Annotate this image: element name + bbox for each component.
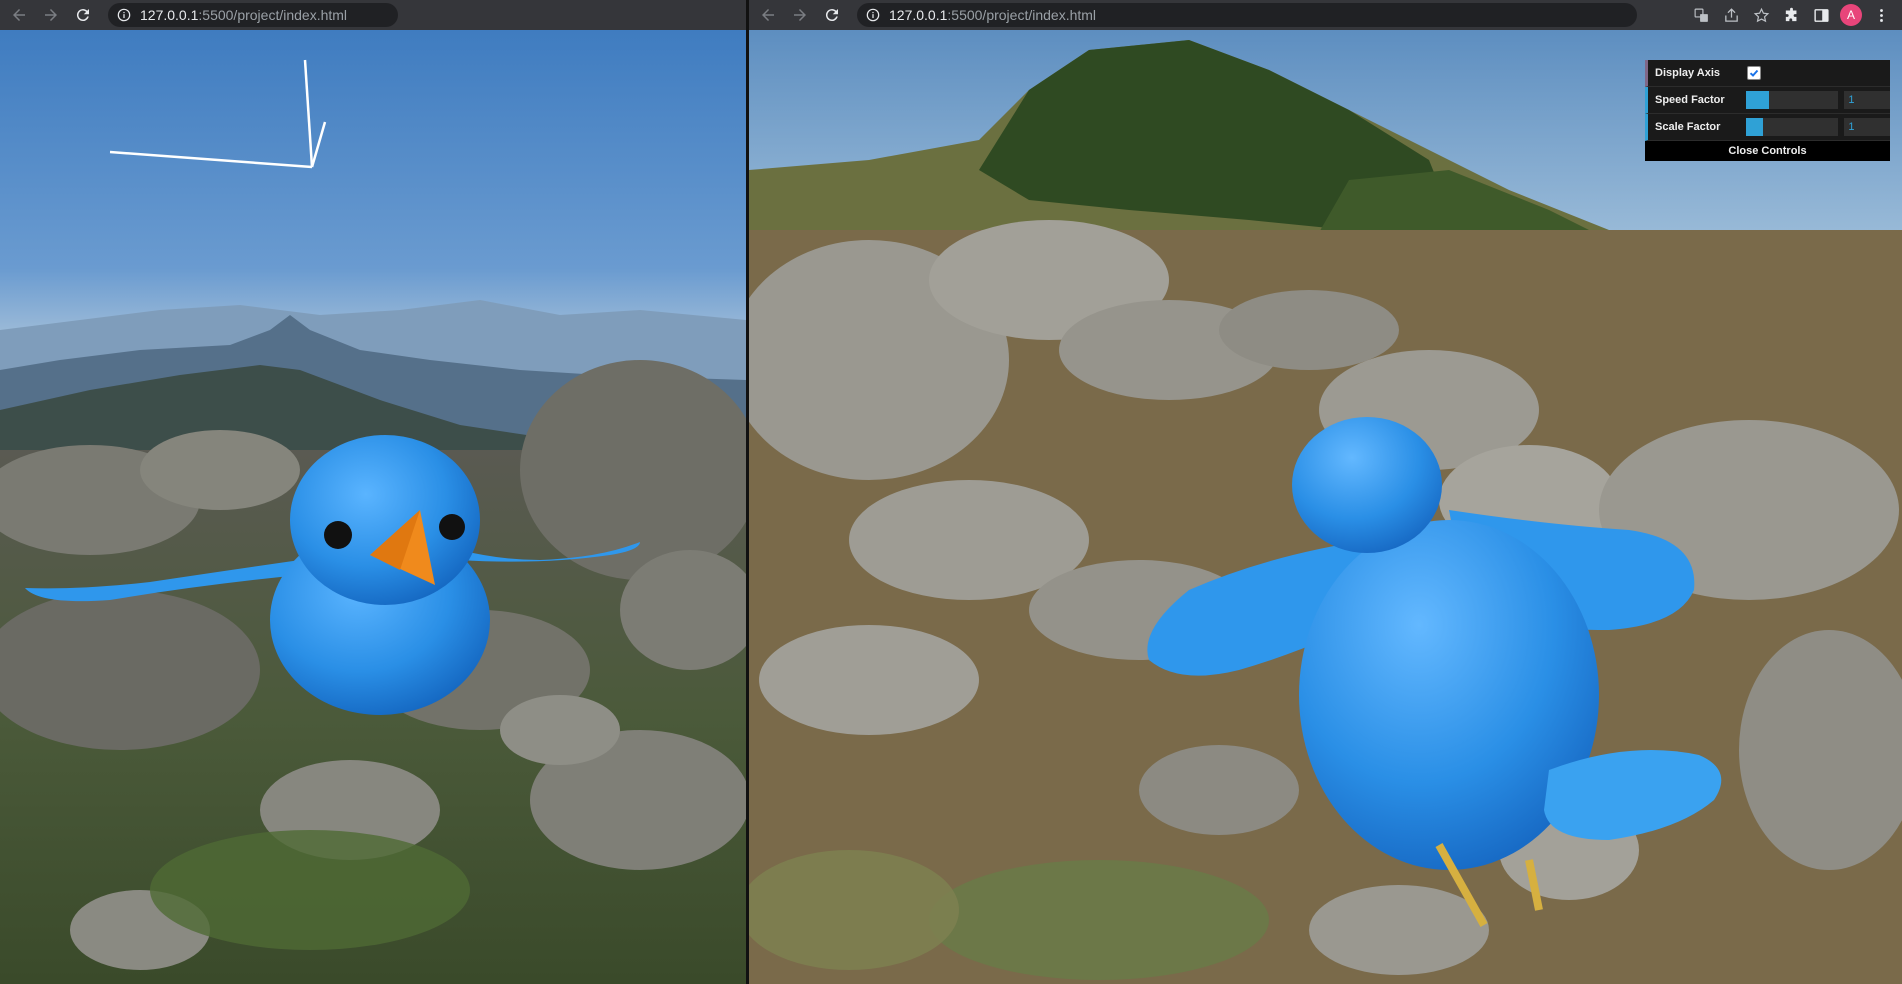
speed-factor-row: Speed Factor 1 — [1645, 87, 1890, 114]
arrow-left-icon — [13, 9, 25, 21]
scale-factor-slider[interactable] — [1746, 118, 1839, 136]
left-browser-window: 127.0.0.1:5500/project/index.html — [0, 0, 746, 984]
speed-factor-input[interactable]: 1 — [1844, 91, 1890, 109]
extensions-button[interactable] — [1776, 0, 1806, 30]
speed-factor-label: Speed Factor — [1655, 94, 1725, 106]
reload-icon — [825, 9, 838, 22]
arrow-left-icon — [762, 9, 774, 21]
reload-button[interactable] — [70, 2, 96, 28]
profile-button[interactable]: A — [1836, 0, 1866, 30]
scale-factor-label: Scale Factor — [1655, 121, 1721, 133]
info-icon[interactable] — [116, 7, 132, 23]
forward-button[interactable] — [787, 2, 813, 28]
display-axis-row[interactable]: Display Axis — [1645, 60, 1890, 87]
scale-factor-row: Scale Factor 1 — [1645, 114, 1890, 141]
forward-button[interactable] — [38, 2, 64, 28]
reload-icon — [76, 9, 89, 22]
speed-factor-slider[interactable] — [1746, 91, 1839, 109]
bookmark-button[interactable] — [1746, 0, 1776, 30]
puzzle-icon — [1785, 7, 1796, 21]
address-bar[interactable]: 127.0.0.1:5500/project/index.html — [857, 3, 1637, 27]
url-host: 127.0.0.1 — [140, 7, 199, 23]
side-panel-button[interactable] — [1806, 0, 1836, 30]
kebab-menu-icon — [1879, 8, 1883, 22]
side-panel-icon — [1813, 8, 1829, 22]
mountain-scene-left — [0, 30, 746, 984]
left-toolbar: 127.0.0.1:5500/project/index.html — [0, 0, 746, 30]
info-icon[interactable] — [865, 7, 881, 23]
display-axis-label: Display Axis — [1655, 67, 1721, 79]
close-controls-button[interactable]: Close Controls — [1645, 141, 1890, 161]
webgl-canvas-left[interactable] — [0, 30, 746, 984]
translate-icon — [1694, 8, 1708, 22]
webgl-canvas-right[interactable]: Display Axis Speed Factor 1 Scale Factor… — [749, 30, 1902, 984]
toolbar-actions: A — [1686, 0, 1896, 30]
share-icon — [1724, 7, 1738, 22]
display-axis-checkbox[interactable] — [1747, 66, 1761, 80]
scale-factor-input[interactable]: 1 — [1844, 118, 1890, 136]
reload-button[interactable] — [819, 2, 845, 28]
scale-factor-slider-fill — [1746, 118, 1763, 136]
url-host: 127.0.0.1 — [889, 7, 948, 23]
translate-button[interactable] — [1686, 0, 1716, 30]
rocky-hill-scene-right — [749, 30, 1902, 984]
speed-factor-slider-fill — [1746, 91, 1770, 109]
address-bar[interactable]: 127.0.0.1:5500/project/index.html — [108, 3, 398, 27]
share-button[interactable] — [1716, 0, 1746, 30]
checkmark-icon — [1749, 69, 1759, 77]
right-toolbar: 127.0.0.1:5500/project/index.html A — [749, 0, 1902, 30]
back-button[interactable] — [6, 2, 32, 28]
arrow-right-icon — [794, 9, 806, 21]
back-button[interactable] — [755, 2, 781, 28]
controls-panel: Display Axis Speed Factor 1 Scale Factor… — [1645, 60, 1890, 161]
menu-button[interactable] — [1866, 0, 1896, 30]
url-path: :5500/project/index.html — [947, 7, 1097, 23]
url-path: :5500/project/index.html — [198, 7, 348, 23]
arrow-right-icon — [45, 9, 57, 21]
star-icon — [1753, 7, 1769, 22]
avatar: A — [1840, 4, 1862, 26]
right-browser-window: 127.0.0.1:5500/project/index.html A Dis… — [749, 0, 1902, 984]
